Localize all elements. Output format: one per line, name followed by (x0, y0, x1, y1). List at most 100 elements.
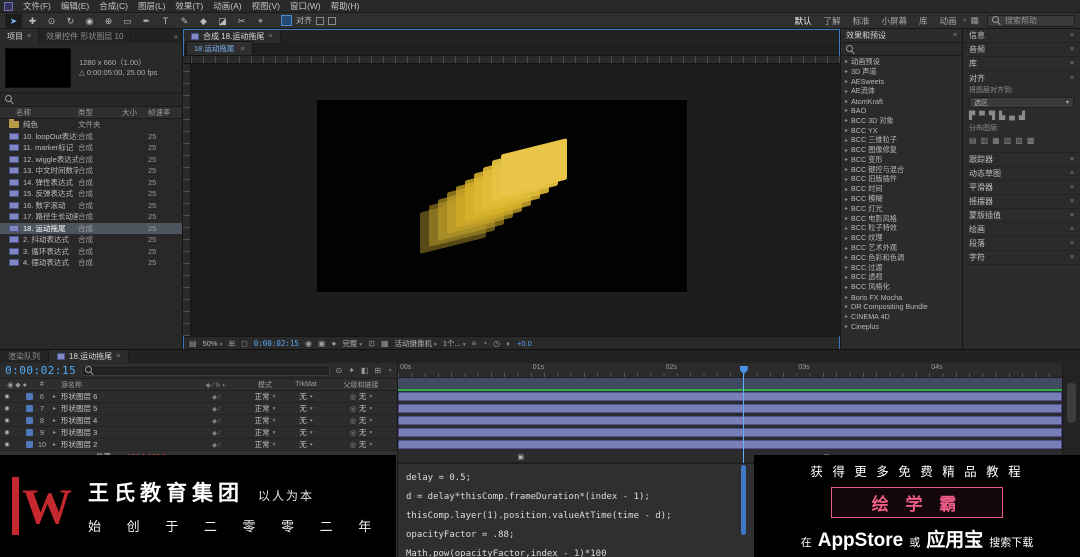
mask-visibility-icon[interactable]: ◻ (241, 339, 248, 348)
layer-row[interactable]: ◉ 7 ▸ 形状图层 5 ◆ ∕ 正常 ▾ 无 ▾ ◎ 无 ▾ (0, 403, 397, 415)
panel-menu-icon[interactable]: ≡ (1070, 254, 1074, 261)
effects-category[interactable]: ▸BCC 灯光 (841, 204, 962, 214)
panel-menu-icon[interactable]: ≡ (1070, 156, 1074, 163)
eraser-tool[interactable]: ◪ (214, 14, 231, 28)
layer-name[interactable]: 形状图层 2 (59, 439, 189, 450)
puppet-pin-tool[interactable]: ⌖ (252, 14, 269, 28)
effects-category[interactable]: ▸BCC 旧版插件 (841, 175, 962, 185)
show-snapshot-icon[interactable]: ▣ (318, 339, 326, 348)
effects-category[interactable]: ▸AtomKraft (841, 96, 962, 106)
layer-switches[interactable]: ◆ ∕ (189, 429, 243, 437)
distribute-button-icon[interactable]: ▥ (981, 136, 989, 145)
effects-category[interactable]: ▸3D 声道 (841, 67, 962, 77)
fast-preview-icon[interactable]: ◔ (482, 339, 487, 348)
clone-stamp-tool[interactable]: ◆ (195, 14, 212, 28)
effects-category[interactable]: ▸CINEMA 4D (841, 312, 962, 322)
effects-category[interactable]: ▸Cineplus (841, 322, 962, 332)
effects-category[interactable]: ▸Boris FX Mocha (841, 292, 962, 302)
tab-render-queue[interactable]: 渲染队列 (0, 350, 49, 363)
layer-duration-bar[interactable] (398, 440, 1062, 449)
layer-duration-bar[interactable] (398, 404, 1062, 413)
distribute-button-icon[interactable]: ▦ (992, 136, 1000, 145)
comp-mini-flowchart-icon[interactable]: ⊙ (335, 366, 342, 375)
draft-3d-icon[interactable]: ✦ (348, 366, 355, 375)
current-time-display[interactable]: 0:00:02:15 (5, 364, 76, 377)
project-item[interactable]: 17. 路径生长动画 合成 25 (0, 211, 182, 223)
panel-tab[interactable]: 蒙版插值≡ (963, 209, 1080, 223)
trkmat-select[interactable]: 无 ▾ (287, 391, 325, 402)
effects-category[interactable]: ▸BCC 时间 (841, 184, 962, 194)
align-button-icon[interactable]: ▙ (999, 111, 1005, 120)
label-color-chip[interactable] (24, 393, 34, 400)
panel-menu-icon[interactable]: ≡ (27, 33, 31, 40)
panel-tab[interactable]: 信息≡ (963, 29, 1080, 43)
panel-menu-icon[interactable]: ≡ (1070, 184, 1074, 191)
menu-item[interactable]: 编辑(E) (56, 0, 94, 12)
region-of-interest-icon[interactable]: ⊡ (368, 339, 375, 348)
twirl-icon[interactable]: ▸ (50, 405, 59, 412)
effects-category[interactable]: ▸BCC 透视 (841, 273, 962, 283)
effects-category[interactable]: ▸BAO (841, 106, 962, 116)
parent-select[interactable]: ◎ 无 ▾ (325, 415, 397, 426)
effects-category[interactable]: ▸BCC 电影风格 (841, 214, 962, 224)
help-search-input[interactable]: 搜索帮助 (987, 15, 1075, 27)
menu-item[interactable]: 帮助(H) (326, 0, 365, 12)
layer-name[interactable]: 形状图层 6 (59, 391, 189, 402)
transparency-grid-icon[interactable]: ▦ (381, 339, 389, 348)
workspace-layout-icon[interactable]: ▦ (970, 15, 979, 26)
layer-duration-bar[interactable] (398, 428, 1062, 437)
pixel-aspect-icon[interactable]: ≡ (472, 339, 477, 348)
panel-tab[interactable]: 库≡ (963, 57, 1080, 71)
project-search-input[interactable] (0, 93, 182, 107)
brush-tool[interactable]: ✎ (176, 14, 193, 28)
twirl-icon[interactable]: ▸ (50, 393, 59, 400)
effects-search-input[interactable] (841, 43, 962, 56)
trkmat-select[interactable]: 无 ▾ (287, 439, 325, 450)
menu-item[interactable]: 合成(C) (94, 0, 133, 12)
panel-tab[interactable]: 音频≡ (963, 43, 1080, 57)
panel-menu-icon[interactable]: ≡ (116, 353, 120, 360)
panel-menu-icon[interactable]: ≡ (1070, 226, 1074, 233)
workspace-tab[interactable]: 动画 (934, 15, 963, 27)
layer-duration-bar[interactable] (398, 392, 1062, 401)
camera-tool[interactable]: ◉ (81, 14, 98, 28)
blend-mode-select[interactable]: 正常 ▾ (243, 427, 287, 438)
project-item[interactable]: 2. 抖动表达式 合成 25 (0, 234, 182, 246)
panel-tab[interactable]: 字符≡ (963, 251, 1080, 265)
align-button-icon[interactable]: ▟ (1019, 111, 1025, 120)
menu-item[interactable]: 视图(V) (247, 0, 285, 12)
effects-category[interactable]: ▸BCC 三维粒子 (841, 135, 962, 145)
zoom-tool[interactable]: ⊙ (43, 14, 60, 28)
motion-blur-icon[interactable]: ◔ (387, 366, 392, 375)
effects-category[interactable]: ▸BCC 艺术外观 (841, 243, 962, 253)
layer-switches[interactable]: ◆ ∕ (189, 417, 243, 425)
layer-duration-bar[interactable] (398, 416, 1062, 425)
layer-switches[interactable]: ◆ ∕ (189, 441, 243, 449)
align-target-select[interactable]: 选区 ▾ (969, 97, 1074, 108)
panel-menu-icon[interactable]: ≡ (1070, 198, 1074, 205)
eye-icon[interactable]: ◉ (0, 393, 14, 400)
effects-category[interactable]: ▸BCC YX (841, 126, 962, 136)
layer-switches[interactable]: ◆ ∕ (189, 405, 243, 413)
panel-menu-icon[interactable]: ≡ (268, 33, 272, 40)
project-item[interactable]: 10. loopOut表达式 合成 25 (0, 131, 182, 143)
blend-mode-select[interactable]: 正常 ▾ (243, 439, 287, 450)
align-button-icon[interactable]: ▜ (989, 111, 995, 120)
layer-switches[interactable]: ◆ ∕ (189, 393, 243, 401)
panel-tab-align[interactable]: 对齐 ≡ (963, 71, 1080, 85)
resolution-select[interactable]: 完整 ▾ (342, 338, 362, 349)
close-icon[interactable]: × (240, 44, 244, 53)
project-item[interactable]: 纯色 文件夹 (0, 119, 182, 131)
panel-menu-icon[interactable]: ≡ (1070, 46, 1074, 53)
panel-options-icon[interactable]: ▤ (189, 339, 197, 348)
tab-overflow-icon[interactable]: » (170, 29, 182, 43)
panel-tab[interactable]: 段落≡ (963, 237, 1080, 251)
hand-tool[interactable]: ✚ (24, 14, 41, 28)
project-item[interactable]: 13. 中文时间数字 合成 25 (0, 165, 182, 177)
scrollbar-thumb[interactable] (1067, 383, 1076, 423)
workspace-tab[interactable]: 库 (913, 15, 934, 27)
work-area-bar[interactable] (398, 378, 1062, 391)
effects-category[interactable]: ▸AE流体 (841, 86, 962, 96)
menu-item[interactable]: 文件(F) (18, 0, 56, 12)
timeline-search-input[interactable] (81, 365, 330, 376)
